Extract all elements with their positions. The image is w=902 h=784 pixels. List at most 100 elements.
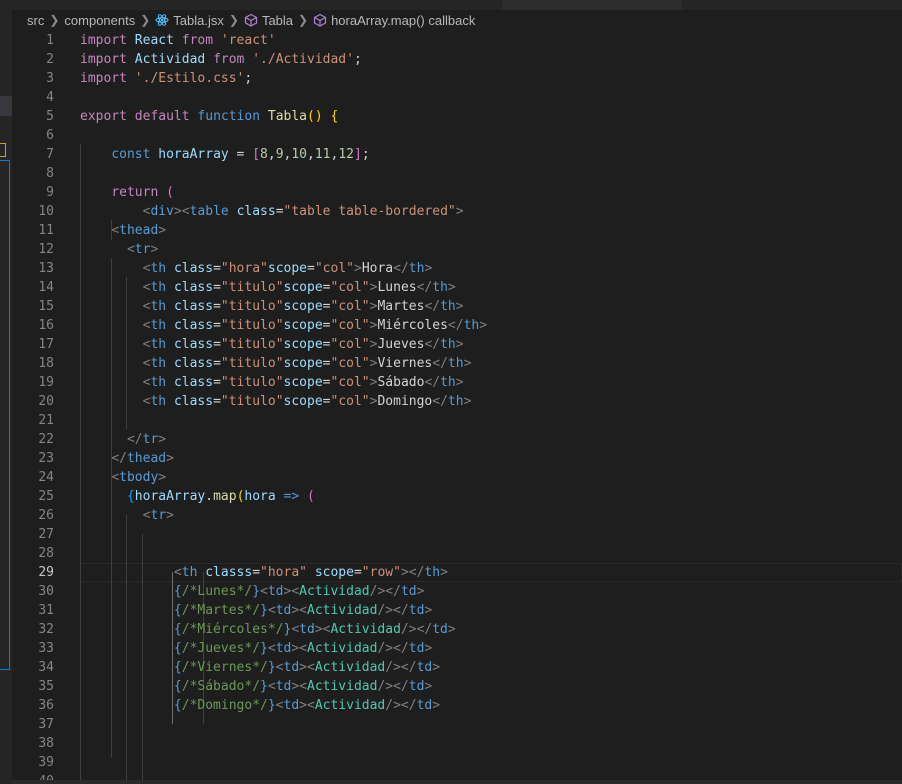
- code-token: td: [432, 622, 448, 637]
- code-token: Jueves: [377, 337, 425, 352]
- code-token: class: [236, 204, 276, 219]
- code-line[interactable]: 8: [12, 164, 902, 183]
- code-line[interactable]: 5 export default function Tabla() {: [12, 107, 902, 126]
- code-line[interactable]: 33 {/*Jueves*/}<td><Actividad/></td>: [12, 639, 902, 658]
- code-token: td: [408, 641, 425, 656]
- code-token: ><: [299, 660, 315, 675]
- code-line[interactable]: 3 import './Estilo.css';: [12, 69, 902, 88]
- code-token: Actividad: [307, 679, 378, 694]
- code-token: Sábado: [377, 375, 425, 390]
- code-line[interactable]: 26 <tr>: [12, 506, 902, 525]
- code-token: >: [447, 280, 456, 295]
- code-token: >: [150, 242, 159, 257]
- code-line[interactable]: 10 <div><table class="table table-border…: [12, 202, 902, 221]
- code-token: td: [283, 698, 300, 713]
- code-line[interactable]: 18 <th class="titulo"scope="col">Viernes…: [12, 354, 902, 373]
- code-line[interactable]: 22 </tr>: [12, 430, 902, 449]
- line-number: 30: [38, 584, 54, 599]
- line-number: 35: [38, 679, 54, 694]
- code-token: "col": [330, 318, 370, 333]
- code-line[interactable]: 16 <th class="titulo"scope="col">Miércol…: [12, 316, 902, 335]
- code-token: th: [447, 356, 464, 371]
- code-token: =: [322, 318, 331, 333]
- code-line[interactable]: 14 <th class="titulo"scope="col">Lunes</…: [12, 278, 902, 297]
- code-line[interactable]: 11 <thead>: [12, 221, 902, 240]
- code-line[interactable]: 4: [12, 88, 902, 107]
- breadcrumb-item-callback[interactable]: horaArray.map() callback: [331, 13, 475, 28]
- code-line[interactable]: 6: [12, 126, 902, 145]
- code-token: "titulo": [220, 318, 284, 333]
- code-line[interactable]: 32 {/*Miércoles*/}<td><Actividad/></td>: [12, 620, 902, 639]
- explorer-selected-item[interactable]: [0, 96, 12, 116]
- code-line[interactable]: 39: [12, 753, 902, 772]
- code-token: /></: [385, 698, 417, 713]
- code-line[interactable]: 27: [12, 525, 902, 544]
- code-line[interactable]: 34 {/*Viernes*/}<td><Actividad/></td>: [12, 658, 902, 677]
- code-line[interactable]: 24 <tbody>: [12, 468, 902, 487]
- code-line[interactable]: 21: [12, 411, 902, 430]
- line-number: 16: [38, 318, 54, 333]
- breadcrumb-item-function[interactable]: Tabla: [262, 13, 293, 28]
- code-token: class: [173, 280, 214, 295]
- code-token: ><: [291, 641, 307, 656]
- horizontal-scrollbar[interactable]: [12, 780, 902, 784]
- breadcrumb-item-file[interactable]: Tabla.jsx: [173, 13, 224, 28]
- code-line[interactable]: 13 <th class="hora"scope="col">Hora</th>: [12, 259, 902, 278]
- line-number: 26: [38, 508, 54, 523]
- code-token: './Estilo.css': [134, 71, 245, 86]
- code-token: th: [440, 375, 456, 390]
- code-text: import './Estilo.css';: [80, 69, 252, 88]
- code-token: td: [275, 603, 292, 618]
- code-token: map: [213, 489, 237, 504]
- explorer-focus-outline: [0, 160, 10, 670]
- code-line[interactable]: 37: [12, 715, 902, 734]
- code-line[interactable]: 12 <tr>: [12, 240, 902, 259]
- code-token: td: [283, 660, 300, 675]
- code-token: "col": [330, 280, 370, 295]
- code-line[interactable]: 20 <th class="titulo"scope="col">Domingo…: [12, 392, 902, 411]
- code-line[interactable]: 35 {/*Sábado*/}<td><Actividad/></td>: [12, 677, 902, 696]
- code-line[interactable]: 17 <th class="titulo"scope="col">Jueves<…: [12, 335, 902, 354]
- code-line[interactable]: 23 </thead>: [12, 449, 902, 468]
- code-line[interactable]: 1 import React from 'react': [12, 31, 902, 50]
- code-text: <th class="titulo"scope="col">Lunes</th>: [80, 278, 456, 297]
- code-line[interactable]: 2 import Actividad from './Actividad';: [12, 50, 902, 69]
- code-line[interactable]: 7 const horaArray = [8,9,10,11,12];: [12, 145, 902, 164]
- code-token: >: [455, 299, 464, 314]
- code-token: "titulo": [220, 356, 284, 371]
- code-token: Viernes: [377, 356, 433, 371]
- code-editor[interactable]: 1 import React from 'react' 2 import Activi…: [12, 30, 902, 784]
- code-line[interactable]: 38: [12, 734, 902, 753]
- breadcrumb-item-src[interactable]: src: [27, 13, 44, 28]
- breadcrumb-item-components[interactable]: components: [64, 13, 135, 28]
- explorer-modified-marker: [0, 143, 6, 157]
- code-line[interactable]: 29 <th classs="hora" scope="row"></th>: [12, 563, 902, 582]
- code-token: scope: [283, 356, 323, 371]
- code-token: =: [322, 375, 331, 390]
- line-number: 21: [38, 413, 54, 428]
- code-line[interactable]: 19 <th class="titulo"scope="col">Sábado<…: [12, 373, 902, 392]
- chevron-right-icon: ❯: [228, 13, 239, 27]
- code-line[interactable]: 25 {horaArray.map(hora => (: [12, 487, 902, 506]
- code-token: =: [322, 394, 331, 409]
- code-line[interactable]: 30 {/*Lunes*/}<td><Actividad/></td>: [12, 582, 902, 601]
- code-line[interactable]: 31 {/*Martes*/}<td><Actividad/></td>: [12, 601, 902, 620]
- code-line[interactable]: 15 <th class="titulo"scope="col">Martes<…: [12, 297, 902, 316]
- code-line[interactable]: 28: [12, 544, 902, 563]
- code-line[interactable]: 9 return (: [12, 183, 902, 202]
- code-token: thead: [119, 223, 159, 238]
- code-token: "titulo": [220, 375, 284, 390]
- code-text: <th class="titulo"scope="col">Viernes</t…: [80, 354, 472, 373]
- code-line[interactable]: 36 {/*Domingo*/}<td><Actividad/></td>: [12, 696, 902, 715]
- code-token: "row": [361, 565, 401, 580]
